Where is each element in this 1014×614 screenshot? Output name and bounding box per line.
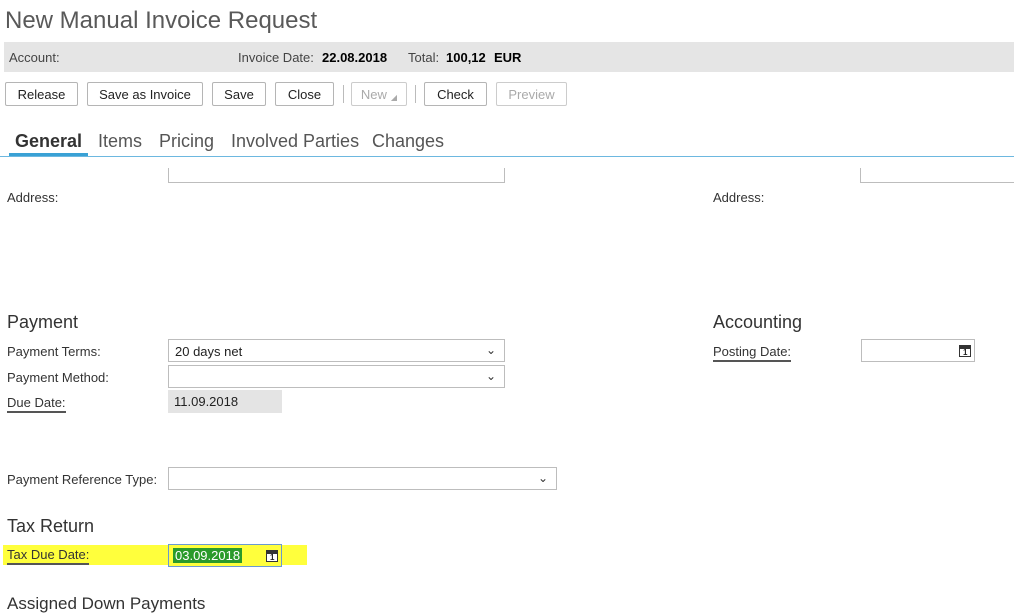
invoice-header-bar: Account: Invoice Date: 22.08.2018 Total:… <box>4 42 1014 72</box>
tax-return-section-title: Tax Return <box>7 516 95 536</box>
chevron-down-icon: ⌄ <box>485 343 496 357</box>
toolbar-separator <box>343 85 344 103</box>
preview-button[interactable]: Preview <box>496 82 567 106</box>
payment-terms-label: Payment Terms: <box>7 344 101 359</box>
tax-due-date-label: Tax Due Date: <box>7 547 90 565</box>
tab-pricing[interactable]: Pricing <box>159 131 214 152</box>
page-title: New Manual Invoice Request <box>5 7 318 34</box>
payment-method-label: Payment Method: <box>7 370 109 385</box>
payment-method-select[interactable]: ⌄ <box>168 365 505 388</box>
tab-involved-parties[interactable]: Involved Parties <box>231 131 359 152</box>
release-button[interactable]: Release <box>5 82 78 106</box>
due-date-label: Due Date: <box>7 395 66 413</box>
tab-changes[interactable]: Changes <box>372 131 444 152</box>
tax-due-date-value: 03.09.2018 <box>173 548 243 563</box>
address-field-left[interactable] <box>168 168 505 183</box>
toolbar-separator <box>415 85 416 103</box>
address-field-right[interactable] <box>860 168 1014 183</box>
payment-terms-value: 20 days net <box>175 344 243 359</box>
invoice-date-label: Invoice Date: <box>238 50 314 65</box>
account-label: Account: <box>9 50 60 65</box>
calendar-icon[interactable]: 1 <box>959 345 971 357</box>
check-button[interactable]: Check <box>424 82 487 106</box>
posting-date-label: Posting Date: <box>713 344 792 362</box>
save-button[interactable]: Save <box>212 82 266 106</box>
close-button[interactable]: Close <box>275 82 334 106</box>
save-as-invoice-button[interactable]: Save as Invoice <box>87 82 203 106</box>
due-date-field: 11.09.2018 <box>168 390 282 413</box>
menu-triangle-icon: ◢ <box>390 92 398 102</box>
payment-reference-type-label: Payment Reference Type: <box>7 472 158 487</box>
chevron-down-icon: ⌄ <box>485 369 496 383</box>
chevron-down-icon: ⌄ <box>537 471 548 485</box>
accounting-section-title: Accounting <box>713 312 803 332</box>
new-button[interactable]: New ◢ <box>351 82 407 106</box>
total-value: 100,12 <box>446 50 486 65</box>
invoice-date-value: 22.08.2018 <box>322 50 388 65</box>
tab-general[interactable]: General <box>15 131 82 152</box>
posting-date-field[interactable]: 1 <box>861 339 975 362</box>
tab-divider <box>0 156 1014 157</box>
new-button-label: New <box>360 86 387 102</box>
tax-due-date-field[interactable]: 03.09.2018 1 <box>168 544 282 567</box>
due-date-value: 11.09.2018 <box>174 394 239 409</box>
payment-terms-select[interactable]: 20 days net ⌄ <box>168 339 505 362</box>
currency-value: EUR <box>494 50 522 65</box>
payment-section-title: Payment <box>7 312 79 332</box>
calendar-icon[interactable]: 1 <box>266 550 278 562</box>
total-label: Total: <box>408 50 440 65</box>
payment-reference-type-select[interactable]: ⌄ <box>168 467 557 490</box>
address-label-right: Address: <box>713 190 765 205</box>
assigned-down-payments-title: Assigned Down Payments <box>7 594 206 613</box>
tab-items[interactable]: Items <box>98 131 142 152</box>
address-label-left: Address: <box>7 190 59 205</box>
